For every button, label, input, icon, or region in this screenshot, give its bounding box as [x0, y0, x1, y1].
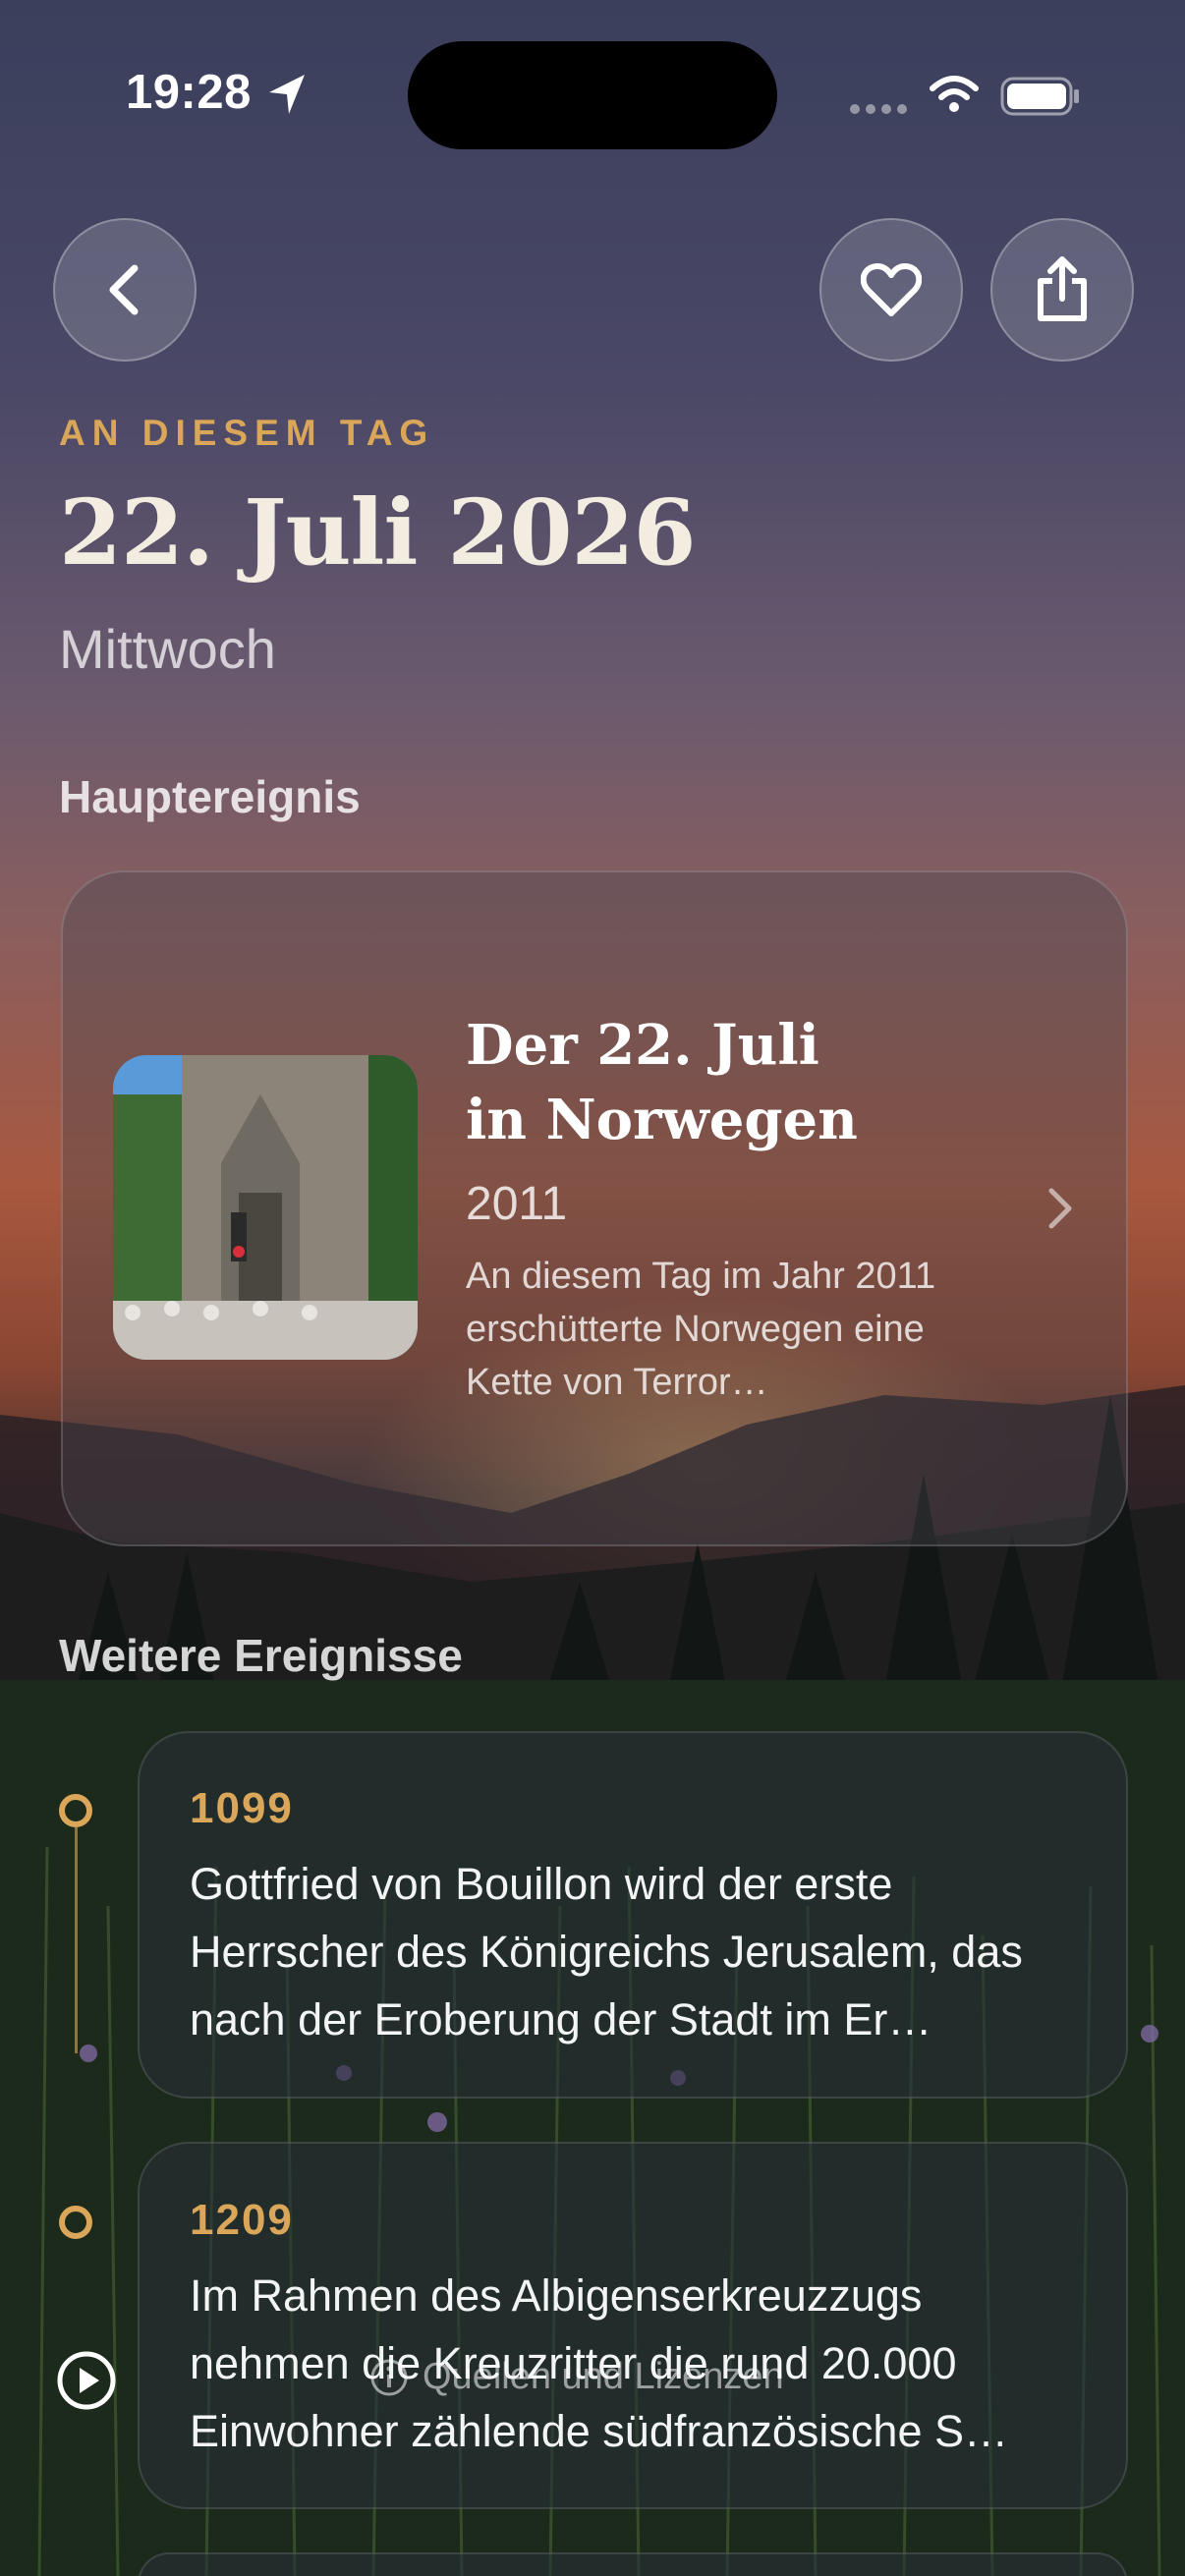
eyebrow-label: AN DIESEM TAG [59, 413, 435, 453]
featured-event-title: Der 22. Juli in Norwegen [466, 1013, 858, 1152]
section-title-main-event: Hauptereignis [59, 771, 361, 822]
event-text: Gottfried von Bouillon wird der erste He… [190, 1859, 1023, 2044]
event-thumbnail [113, 1055, 418, 1360]
heart-icon [861, 263, 922, 316]
timeline-rail [75, 1827, 78, 2053]
weekday-label: Mittwoch [59, 618, 276, 680]
timeline-dot [59, 2206, 92, 2239]
chevron-left-icon [109, 264, 139, 315]
info-circle-icon [370, 2359, 408, 2395]
signal-dots-icon [850, 104, 907, 114]
wifi-icon [930, 76, 979, 112]
event-year: 1209 [190, 2196, 294, 2244]
sources-licenses-label: Quellen und Lizenzen [423, 2356, 784, 2397]
share-button[interactable] [990, 218, 1134, 362]
timeline-dot [59, 1794, 92, 1827]
dynamic-island [408, 41, 777, 149]
play-circle-icon[interactable] [56, 2350, 117, 2411]
favorite-button[interactable] [819, 218, 963, 362]
screen: 19:28 AN DIESEM TAG 22. Juli 2026 Mittwo… [0, 0, 1185, 2576]
battery-icon [1000, 77, 1079, 116]
section-title-more-events: Weitere Ereignisse [59, 1630, 463, 1681]
chevron-right-icon [1048, 1188, 1072, 1229]
location-arrow-icon [269, 75, 305, 114]
back-button[interactable] [53, 218, 197, 362]
share-icon [1038, 256, 1087, 321]
featured-event-year: 2011 [466, 1178, 568, 1230]
status-time: 19:28 [126, 66, 252, 119]
event-card[interactable] [138, 2552, 1128, 2576]
page-title: 22. Juli 2026 [59, 479, 696, 586]
sources-licenses-link[interactable]: Quellen und Lizenzen [369, 2356, 784, 2398]
featured-event-description: An diesem Tag im Jahr 2011 erschütterte … [466, 1256, 936, 1403]
event-year: 1099 [190, 1784, 294, 1832]
